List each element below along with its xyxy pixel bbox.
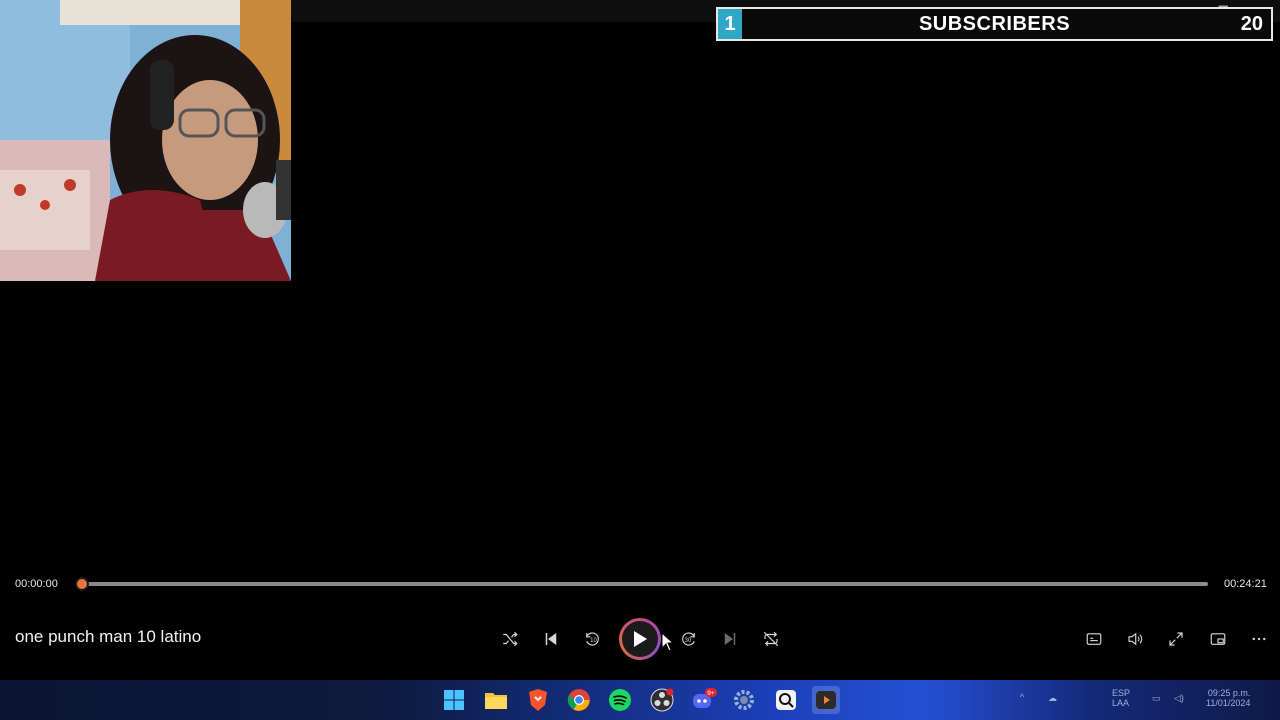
volume-button[interactable] [1120, 624, 1150, 654]
clock-time: 09:25 p.m. [1207, 688, 1251, 698]
fullscreen-button[interactable] [1161, 624, 1191, 654]
brave-browser-icon [529, 689, 547, 711]
discord-button[interactable]: 9+ [690, 686, 718, 714]
language-region: LAA [1112, 698, 1130, 708]
windows-start-button[interactable] [440, 686, 468, 714]
media-player-taskbar-button[interactable] [812, 686, 840, 714]
repeat-button[interactable] [756, 624, 786, 654]
volume-icon [1128, 632, 1143, 646]
skip-back-10-icon: 10 [586, 632, 599, 646]
onedrive-icon[interactable]: ☁ [1048, 693, 1057, 703]
spotify-icon [609, 689, 631, 711]
shuffle-icon [503, 631, 518, 647]
previous-icon [545, 633, 557, 645]
tray-overflow-icon[interactable]: ^ [1020, 692, 1024, 702]
spotify-button[interactable] [606, 686, 634, 714]
shuffle-button[interactable] [495, 624, 525, 654]
fullscreen-icon [1169, 632, 1183, 646]
svg-text:10: 10 [590, 638, 597, 644]
mouse-cursor-icon [661, 632, 675, 652]
language-code: ESP [1112, 688, 1131, 698]
play-icon [634, 631, 647, 647]
chrome-button[interactable] [565, 686, 593, 714]
file-explorer-button[interactable] [482, 686, 510, 714]
network-icon[interactable]: ▭ [1152, 693, 1161, 703]
current-time: 00:00:00 [15, 578, 58, 590]
captions-button[interactable] [1079, 624, 1109, 654]
taskbar [0, 680, 1280, 720]
clock[interactable]: 09:25 p.m. 11/01/2024 [1206, 688, 1250, 708]
chrome-icon [567, 689, 590, 711]
media-title: one punch man 10 latino [15, 627, 202, 646]
seek-thumb[interactable] [75, 577, 89, 591]
obs-icon [650, 688, 674, 712]
skip-forward-30-icon: 30 [682, 632, 695, 646]
next-button[interactable] [715, 624, 745, 654]
more-options-button[interactable] [1244, 624, 1274, 654]
media-player-icon [816, 691, 836, 709]
webcam-overlay [0, 0, 291, 281]
seek-bar[interactable] [75, 577, 1208, 591]
previous-button[interactable] [536, 624, 566, 654]
next-icon [724, 633, 736, 645]
discord-icon: 9+ [693, 688, 717, 708]
captions-icon [1086, 633, 1102, 645]
repeat-off-icon [763, 631, 779, 647]
settings-icon [734, 690, 754, 710]
media-player-window: — ❐ ✕ SUBSCRIBERS 1 [0, 0, 1280, 720]
search-app-icon [776, 690, 796, 710]
clock-date: 11/01/2024 [1206, 698, 1251, 708]
skip-back-button[interactable]: 10 [577, 624, 607, 654]
subscriber-goal: 20 [1240, 13, 1263, 35]
search-app-button[interactable] [772, 686, 800, 714]
windows-start-icon [444, 690, 464, 710]
total-duration: 00:24:21 [1224, 578, 1267, 590]
subscriber-label: SUBSCRIBERS [918, 13, 1071, 35]
more-options-icon [1252, 637, 1266, 641]
settings-button[interactable] [730, 686, 758, 714]
svg-text:30: 30 [685, 638, 692, 644]
subscriber-count: 1 [718, 9, 742, 39]
language-indicator[interactable]: ESP LAA [1112, 688, 1130, 708]
mini-player-icon [1210, 633, 1226, 645]
subscriber-goal-bar: SUBSCRIBERS 1 20 [716, 7, 1273, 41]
brave-browser-button[interactable] [524, 686, 552, 714]
speaker-icon[interactable]: ◁) [1174, 693, 1184, 703]
discord-badge: 9+ [707, 690, 715, 697]
obs-button[interactable] [648, 686, 676, 714]
skip-forward-button[interactable]: 30 [674, 624, 704, 654]
mini-player-button[interactable] [1203, 624, 1233, 654]
play-button[interactable] [619, 618, 661, 660]
file-explorer-icon [485, 693, 507, 709]
